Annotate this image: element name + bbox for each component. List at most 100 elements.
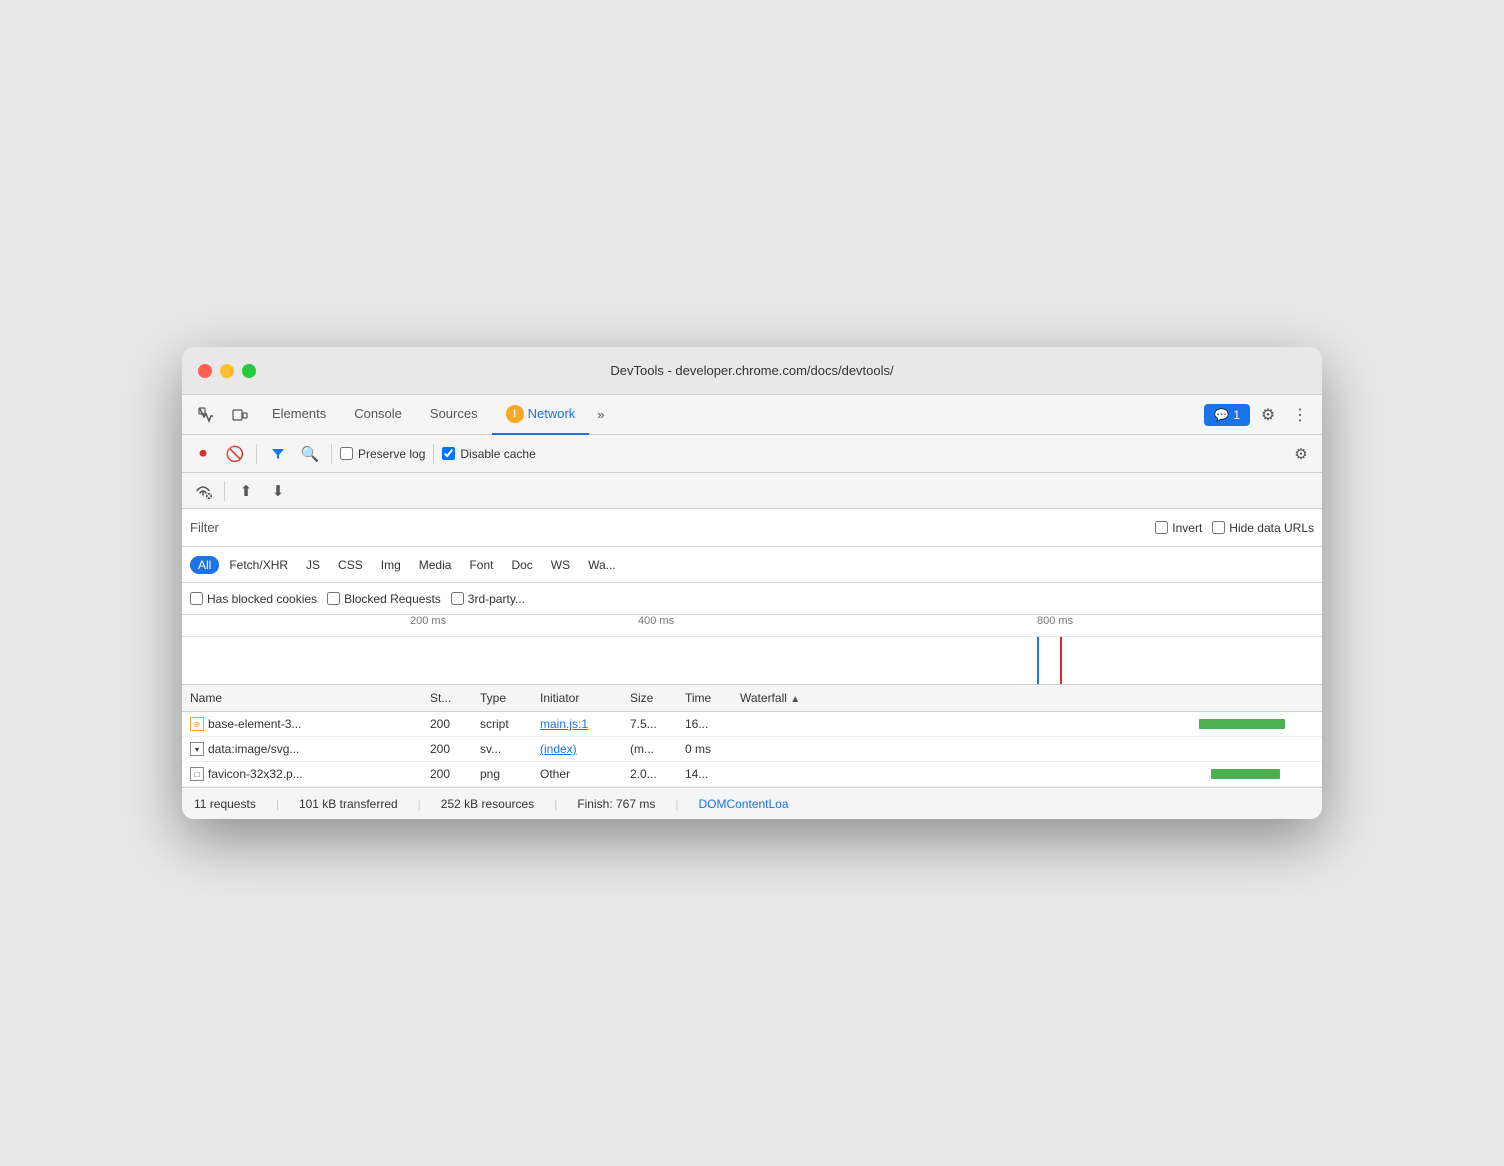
network-toolbar2: ⬆ ⬇ [182,473,1322,509]
tab-sources[interactable]: Sources [416,395,492,435]
status-finish: Finish: 767 ms [577,797,655,811]
type-filter-fetch-xhr[interactable]: Fetch/XHR [221,556,296,574]
resource-icon-img: □ [190,767,204,781]
type-filter-img[interactable]: Img [373,556,409,574]
cell-status-2: 200 [422,762,472,787]
disable-cache-checkbox[interactable] [442,447,455,460]
network-toolbar: ⏺ 🚫 🔍 Preserve log Disable cache ⚙ [182,435,1322,473]
search-btn[interactable]: 🔍 [297,441,323,467]
status-transferred: 101 kB transferred [299,797,398,811]
timeline-mark-200: 200 ms [410,615,446,627]
device-toolbar-btn[interactable] [224,399,256,431]
cell-time-0: 16... [677,712,732,737]
preserve-log-label[interactable]: Preserve log [340,447,425,461]
record-btn[interactable]: ⏺ [190,441,216,467]
tabs-bar: Elements Console Sources ! Network » [182,395,1322,435]
table-header-row: Name St... Type Initiator Size Time Wate… [182,685,1322,712]
waterfall-bar-2 [1211,769,1280,779]
cell-size-2: 2.0... [622,762,677,787]
cell-size-1: (m... [622,737,677,762]
cell-time-1: 0 ms [677,737,732,762]
maximize-button[interactable] [242,364,256,378]
col-header-initiator[interactable]: Initiator [532,685,622,712]
blocked-requests-checkbox[interactable] [327,592,340,605]
cell-status-1: 200 [422,737,472,762]
table-row[interactable]: ▾ data:image/svg... 200 sv... (index) (m… [182,737,1322,762]
type-filter-ws[interactable]: WS [543,556,578,574]
type-filter-css[interactable]: CSS [330,556,371,574]
timeline-mark-800: 800 ms [1037,615,1073,627]
cell-waterfall-0 [732,712,1322,737]
invert-label[interactable]: Invert [1155,521,1202,535]
close-button[interactable] [198,364,212,378]
timeline-bars [182,637,1322,685]
preserve-log-checkbox[interactable] [340,447,353,460]
col-header-status[interactable]: St... [422,685,472,712]
download-btn[interactable]: ⬇ [265,478,291,504]
chat-button[interactable]: 💬 1 [1204,404,1250,426]
wifi-settings-btn[interactable] [190,478,216,504]
col-header-size[interactable]: Size [622,685,677,712]
cell-time-2: 14... [677,762,732,787]
cell-name-0: ⊕ base-element-3... [182,712,422,737]
col-header-type[interactable]: Type [472,685,532,712]
window-title: DevTools - developer.chrome.com/docs/dev… [610,363,893,378]
filter-row3: Has blocked cookies Blocked Requests 3rd… [182,583,1322,615]
timeline-ruler: 200 ms 400 ms 800 ms [182,615,1322,637]
clear-btn[interactable]: 🚫 [222,441,248,467]
cell-name-2: □ favicon-32x32.p... [182,762,422,787]
cell-initiator-0: main.js:1 [532,712,622,737]
disable-cache-label[interactable]: Disable cache [442,447,535,461]
network-table: Name St... Type Initiator Size Time Wate… [182,685,1322,787]
third-party-label[interactable]: 3rd-party... [451,592,525,606]
titlebar: DevTools - developer.chrome.com/docs/dev… [182,347,1322,395]
hide-data-urls-label[interactable]: Hide data URLs [1212,521,1314,535]
devtools-body: Elements Console Sources ! Network » [182,395,1322,819]
col-header-time[interactable]: Time [677,685,732,712]
upload-btn[interactable]: ⬆ [233,478,259,504]
third-party-checkbox[interactable] [451,592,464,605]
filter-bar: Filter Invert Hide data URLs [182,509,1322,547]
minimize-button[interactable] [220,364,234,378]
type-filter-all[interactable]: All [190,556,219,574]
cell-size-0: 7.5... [622,712,677,737]
more-options-btn[interactable]: ⋮ [1286,401,1314,429]
more-tabs-btn[interactable]: » [589,407,612,422]
tab-console[interactable]: Console [340,395,416,435]
table-row[interactable]: ⊕ base-element-3... 200 script main.js:1… [182,712,1322,737]
network-table-container[interactable]: Name St... Type Initiator Size Time Wate… [182,685,1322,787]
col-header-waterfall[interactable]: Waterfall ▲ [732,685,1322,712]
tab-elements[interactable]: Elements [258,395,340,435]
type-filter-js[interactable]: JS [298,556,328,574]
cell-type-0: script [472,712,532,737]
timeline-blue-marker [1037,637,1039,685]
blocked-cookies-label[interactable]: Has blocked cookies [190,592,317,606]
invert-checkbox[interactable] [1155,521,1168,534]
tabs-right-actions: 💬 1 ⚙ ⋮ [1204,401,1314,429]
inspect-element-btn[interactable] [190,399,222,431]
type-filter-wa[interactable]: Wa... [580,556,624,574]
type-filter-media[interactable]: Media [411,556,460,574]
table-row[interactable]: □ favicon-32x32.p... 200 png Other 2.0..… [182,762,1322,787]
dom-content-link[interactable]: DOMContentLoa [698,797,788,811]
cell-initiator-2: Other [532,762,622,787]
waterfall-sort-icon: ▲ [790,694,800,705]
col-header-name[interactable]: Name [182,685,422,712]
settings-btn[interactable]: ⚙ [1254,401,1282,429]
traffic-lights [198,364,256,378]
blocked-cookies-checkbox[interactable] [190,592,203,605]
cell-waterfall-2 [732,762,1322,787]
type-filters-bar: All Fetch/XHR JS CSS Img Media Font Doc … [182,547,1322,583]
cell-name-1: ▾ data:image/svg... [182,737,422,762]
filter-btn[interactable] [265,441,291,467]
network-settings-btn[interactable]: ⚙ [1288,441,1314,467]
blocked-requests-label[interactable]: Blocked Requests [327,592,441,606]
hide-data-urls-checkbox[interactable] [1212,521,1225,534]
cell-type-2: png [472,762,532,787]
resource-icon-svg: ▾ [190,742,204,756]
type-filter-font[interactable]: Font [461,556,501,574]
tab-network[interactable]: ! Network [492,395,590,435]
timeline-red-marker [1060,637,1062,685]
type-filter-doc[interactable]: Doc [503,556,540,574]
timeline: 200 ms 400 ms 800 ms [182,615,1322,685]
